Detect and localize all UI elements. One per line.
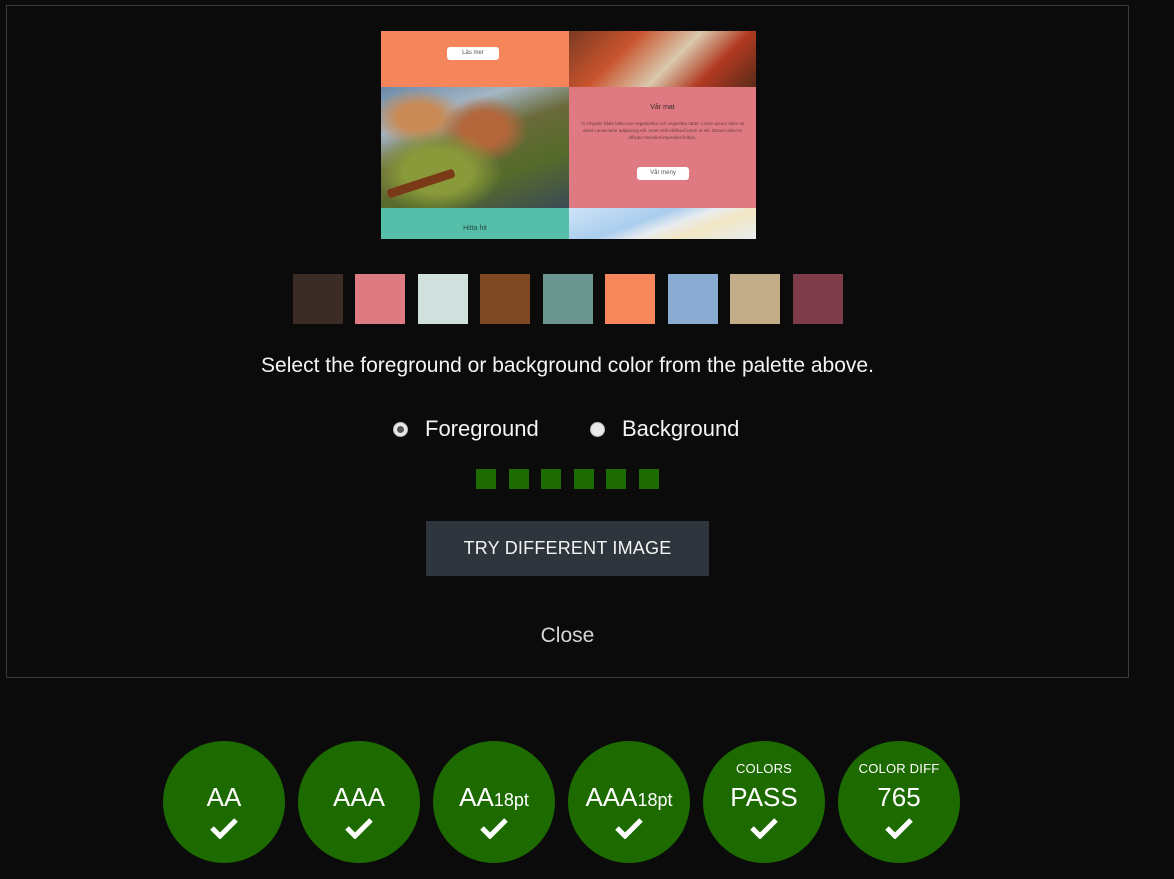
- try-different-image-button[interactable]: TRY DIFFERENT IMAGE: [426, 521, 709, 576]
- foreground-radio[interactable]: [393, 421, 408, 437]
- preview-map: [569, 208, 756, 239]
- check-icon: [345, 818, 373, 839]
- badge-colors-caption: COLORS: [735, 761, 793, 776]
- badge-aa-18pt-suffix: 18pt: [493, 790, 529, 810]
- check-icon: [615, 818, 643, 839]
- progress-dot: [541, 469, 561, 489]
- progress-dot: [606, 469, 626, 489]
- badge-colors-value: PASS: [730, 782, 798, 812]
- palette-swatch[interactable]: [293, 274, 343, 324]
- progress-dot: [476, 469, 496, 489]
- check-icon: [210, 818, 238, 839]
- badge-aaa-label: AAA: [332, 782, 386, 812]
- palette-swatch[interactable]: [480, 274, 530, 324]
- foreground-radio-option[interactable]: Foreground: [393, 416, 539, 442]
- preview-teal-tile: Hitta hit: [381, 208, 569, 239]
- preview-cafe-photo: [569, 31, 756, 87]
- badge-aa-18pt-label: AA: [459, 782, 494, 812]
- background-radio[interactable]: [590, 421, 605, 437]
- palette-swatch[interactable]: [730, 274, 780, 324]
- badge-aaa: AAA: [298, 741, 420, 863]
- preview-image: Läs mer Vår mat Vi erbjuder både lakto-o…: [381, 31, 756, 239]
- badge-aa-18pt: AA18pt: [433, 741, 555, 863]
- badge-aa-label: AA: [206, 782, 242, 812]
- check-icon: [480, 818, 508, 839]
- foreground-label: Foreground: [425, 416, 539, 441]
- preview-menu-button: Vår meny: [637, 167, 689, 180]
- palette-swatch[interactable]: [418, 274, 468, 324]
- close-button[interactable]: Close: [7, 624, 1128, 648]
- color-picker-panel: Läs mer Vår mat Vi erbjuder både lakto-o…: [6, 5, 1129, 678]
- palette-swatch[interactable]: [605, 274, 655, 324]
- background-label: Background: [622, 416, 740, 441]
- preview-food-photo: [381, 87, 569, 208]
- background-radio-option[interactable]: Background: [590, 416, 739, 442]
- badge-aaa-18pt: AAA18pt: [568, 741, 690, 863]
- instructions-text: Select the foreground or background colo…: [261, 354, 874, 377]
- badge-color-diff: COLOR DIFF 765: [838, 741, 960, 863]
- progress-dot: [509, 469, 529, 489]
- palette-swatch[interactable]: [793, 274, 843, 324]
- progress-dot: [639, 469, 659, 489]
- progress-dot: [574, 469, 594, 489]
- palette-swatch[interactable]: [355, 274, 405, 324]
- badge-colors: COLORS PASS: [703, 741, 825, 863]
- badge-aaa-18pt-label: AAA: [585, 782, 638, 812]
- badge-color-diff-caption: COLOR DIFF: [858, 761, 940, 776]
- palette-swatch[interactable]: [668, 274, 718, 324]
- badge-aaa-18pt-suffix: 18pt: [637, 790, 673, 810]
- preview-pink-section: Vår mat Vi erbjuder både lakto-ovo-veget…: [569, 87, 756, 208]
- badge-color-diff-value: 765: [877, 782, 921, 812]
- preview-orange-tile: Läs mer: [381, 31, 569, 87]
- preview-read-more-button: Läs mer: [447, 47, 499, 60]
- palette-swatch[interactable]: [543, 274, 593, 324]
- check-icon: [885, 818, 913, 839]
- preview-section-text: Vi erbjuder både lakto-ovo-vegetariska o…: [581, 121, 745, 140]
- preview-section-title: Vår mat: [650, 104, 675, 111]
- preview-find-us-label: Hitta hit: [463, 225, 487, 232]
- check-icon: [750, 818, 778, 839]
- badge-aa: AA: [163, 741, 285, 863]
